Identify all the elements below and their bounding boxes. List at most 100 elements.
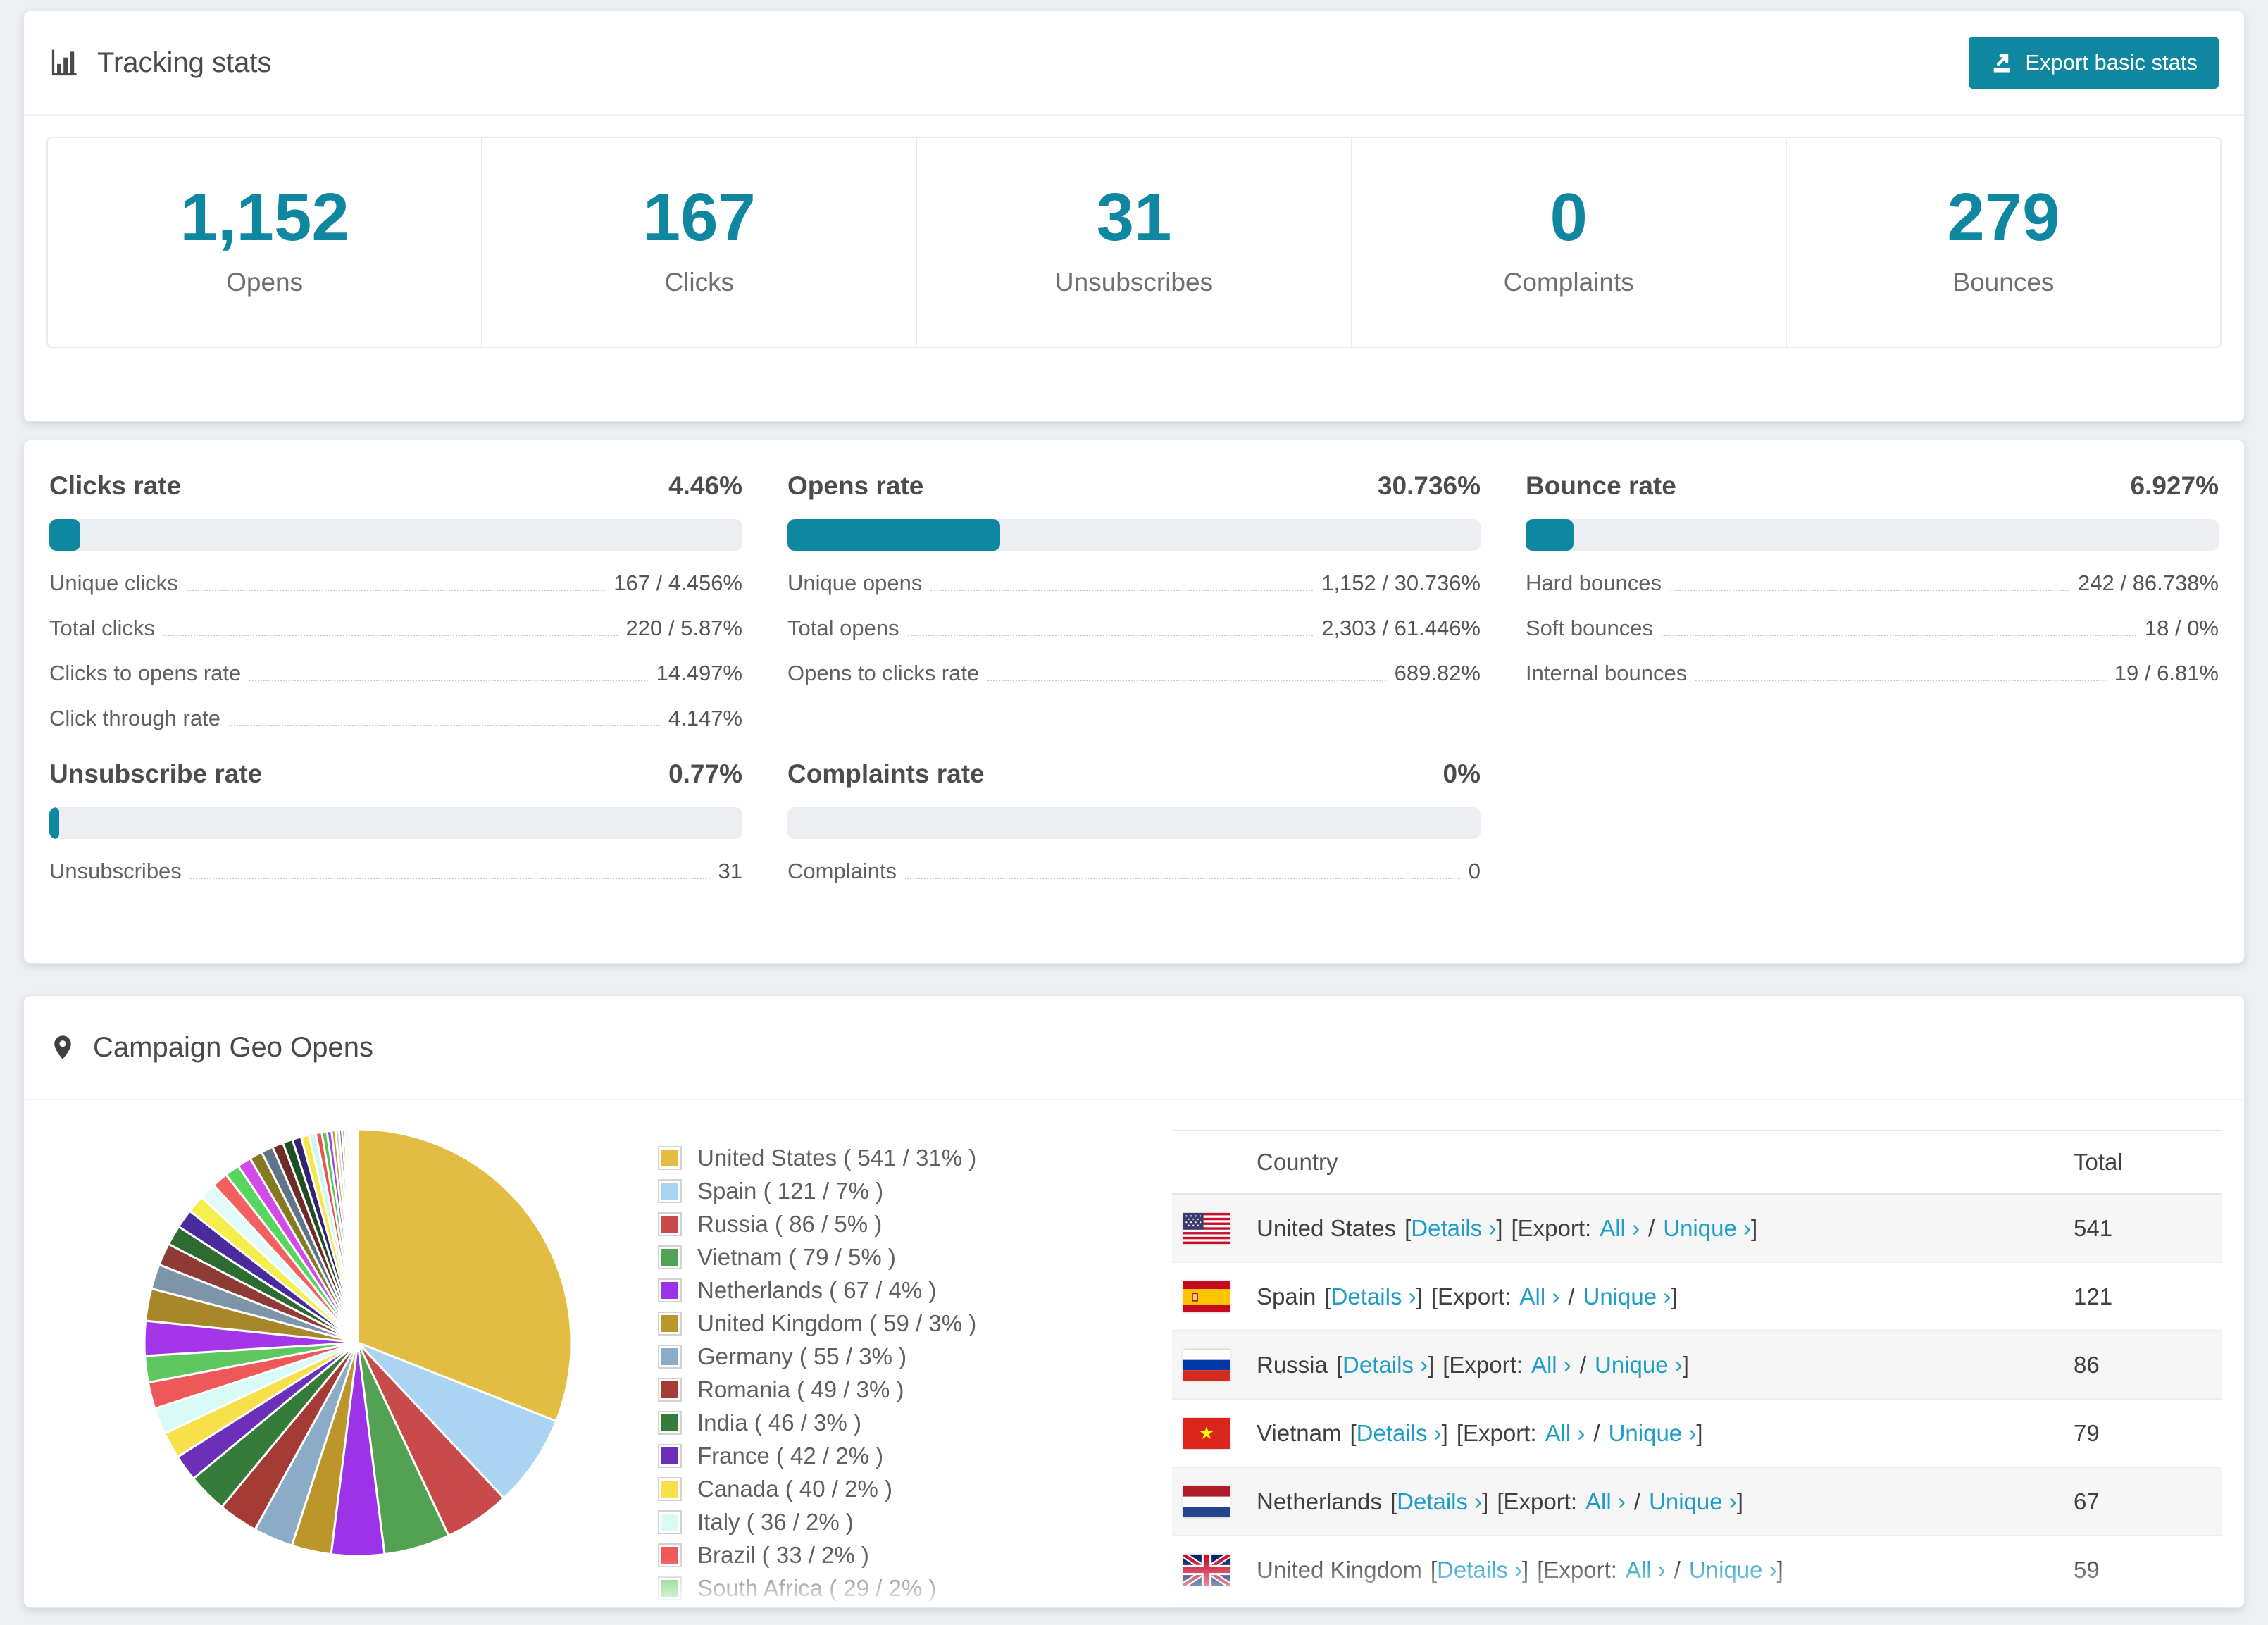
legend-item: Spain ( 121 / 7% ) <box>658 1177 1080 1205</box>
stat-label: Opens <box>48 268 481 297</box>
flag-gb-icon <box>1183 1555 1230 1586</box>
stat-line-value: 4.147% <box>668 706 742 731</box>
details-link[interactable]: Details › <box>1357 1420 1442 1447</box>
legend-swatch <box>658 1312 682 1336</box>
rate-block-complaints: Complaints rate 0% Complaints0 <box>787 759 1481 884</box>
legend-label: Russia ( 86 / 5% ) <box>697 1210 882 1238</box>
details-link[interactable]: Details › <box>1437 1557 1522 1583</box>
export-unique-link[interactable]: Unique › <box>1583 1283 1671 1310</box>
separator: / <box>1568 1283 1574 1310</box>
dotted-leader <box>908 635 1314 636</box>
tracking-stats-header: Tracking stats Export basic stats <box>24 11 2244 116</box>
separator: / <box>1674 1557 1681 1583</box>
legend-item: South Africa ( 29 / 2% ) <box>658 1574 1080 1602</box>
geo-table: Country Total United States [Details ›] … <box>1172 1126 2222 1608</box>
stat-label: Bounces <box>1787 268 2220 297</box>
legend-item: United Kingdom ( 59 / 3% ) <box>658 1309 1080 1338</box>
export-button-label: Export basic stats <box>2025 50 2198 75</box>
geo-pie-wrap <box>141 1126 575 1559</box>
stat-line-value: 220 / 5.87% <box>626 616 742 641</box>
bracket: ] <box>1416 1283 1423 1310</box>
rate-block-opens: Opens rate 30.736% Unique opens1,152 / 3… <box>787 471 1481 731</box>
export-all-link[interactable]: All › <box>1545 1420 1585 1447</box>
export-all-link[interactable]: All › <box>1600 1215 1640 1242</box>
rate-block-clicks: Clicks rate 4.46% Unique clicks167 / 4.4… <box>49 471 742 731</box>
stat-value: 279 <box>1787 179 2220 256</box>
legend-swatch <box>658 1411 682 1435</box>
dotted-leader <box>1670 590 2069 591</box>
export-all-link[interactable]: All › <box>1585 1488 1626 1515</box>
export-unique-link[interactable]: Unique › <box>1595 1352 1683 1378</box>
stat-unsubscribes: 31 Unsubscribes <box>917 138 1352 347</box>
legend-item: Netherlands ( 67 / 4% ) <box>658 1276 1080 1305</box>
progress-bar <box>49 519 742 551</box>
bracket: [ <box>1324 1283 1331 1310</box>
legend-label: United Kingdom ( 59 / 3% ) <box>697 1309 976 1338</box>
table-body: United States [Details ›] [Export:All ›/… <box>1172 1195 2222 1608</box>
export-unique-link[interactable]: Unique › <box>1649 1488 1737 1515</box>
bracket: [ <box>1336 1352 1342 1378</box>
dotted-leader <box>905 878 1460 879</box>
flag-nl-icon <box>1183 1486 1230 1517</box>
legend-item: Canada ( 40 / 2% ) <box>658 1475 1080 1503</box>
stat-value: 31 <box>917 179 1350 256</box>
details-link[interactable]: Details › <box>1397 1488 1482 1515</box>
country-cell: Spain [Details ›] [Export:All ›/Unique ›… <box>1230 1283 2074 1310</box>
stat-line: Opens to clicks rate689.82% <box>787 661 1481 686</box>
page-title: Tracking stats <box>97 47 271 79</box>
export-unique-link[interactable]: Unique › <box>1663 1215 1751 1242</box>
country-name: United States <box>1257 1215 1396 1242</box>
stat-line: Internal bounces19 / 6.81% <box>1526 661 2219 686</box>
stat-line-label: Clicks to opens rate <box>49 661 241 686</box>
country-name: Spain <box>1257 1283 1316 1310</box>
progress-bar <box>787 807 1481 839</box>
stat-line: Clicks to opens rate14.497% <box>49 661 742 686</box>
export-unique-link[interactable]: Unique › <box>1689 1557 1777 1583</box>
dotted-leader <box>187 590 606 591</box>
bracket: ] <box>1496 1215 1502 1242</box>
stat-line-value: 19 / 6.81% <box>2114 661 2219 686</box>
tracking-stats-title-wrap: Tracking stats <box>49 47 271 79</box>
bar-chart-icon <box>49 47 80 78</box>
country-cell: United Kingdom [Details ›] [Export:All ›… <box>1230 1557 2074 1583</box>
rate-value: 30.736% <box>1378 471 1481 501</box>
bracket: ] <box>1696 1420 1702 1447</box>
progress-fill <box>49 519 80 551</box>
stat-line-value: 1,152 / 30.736% <box>1321 571 1481 596</box>
flag-es-icon <box>1183 1281 1230 1312</box>
export-all-link[interactable]: All › <box>1626 1557 1666 1583</box>
separator: / <box>1580 1352 1586 1378</box>
stat-line-label: Total opens <box>787 616 899 641</box>
dotted-leader <box>930 590 1313 591</box>
summary-stats-row: 1,152 Opens 167 Clicks 31 Unsubscribes 0… <box>46 137 2222 348</box>
details-link[interactable]: Details › <box>1411 1215 1496 1242</box>
export-prefix: Export: <box>1518 1215 1592 1242</box>
geo-opens-header: Campaign Geo Opens <box>24 996 2244 1100</box>
legend-swatch <box>658 1477 682 1501</box>
legend-label: Italy ( 36 / 2% ) <box>697 1508 854 1536</box>
progress-fill <box>1526 519 1574 551</box>
dotted-leader <box>190 878 710 879</box>
legend-item: Brazil ( 33 / 2% ) <box>658 1541 1080 1569</box>
export-prefix: Export: <box>1463 1420 1537 1447</box>
legend-item: India ( 46 / 3% ) <box>658 1409 1080 1437</box>
stat-line-label: Hard bounces <box>1526 571 1662 596</box>
legend-swatch <box>658 1378 682 1402</box>
legend-swatch <box>658 1212 682 1236</box>
legend-label: Romania ( 49 / 3% ) <box>697 1376 904 1404</box>
export-all-link[interactable]: All › <box>1531 1352 1571 1378</box>
export-unique-link[interactable]: Unique › <box>1609 1420 1697 1447</box>
details-link[interactable]: Details › <box>1342 1352 1428 1378</box>
export-basic-stats-button[interactable]: Export basic stats <box>1969 37 2219 89</box>
legend-item: Germany ( 55 / 3% ) <box>658 1343 1080 1371</box>
rate-value: 0.77% <box>668 759 742 789</box>
table-row-united-kingdom: United Kingdom [Details ›] [Export:All ›… <box>1172 1536 2222 1605</box>
details-link[interactable]: Details › <box>1331 1283 1416 1310</box>
export-all-link[interactable]: All › <box>1520 1283 1560 1310</box>
separator: / <box>1648 1215 1655 1242</box>
progress-fill <box>787 519 1000 551</box>
stat-opens: 1,152 Opens <box>48 138 482 347</box>
rate-title: Complaints rate <box>787 759 985 789</box>
stat-line: Soft bounces18 / 0% <box>1526 616 2219 641</box>
dotted-leader <box>249 680 647 681</box>
